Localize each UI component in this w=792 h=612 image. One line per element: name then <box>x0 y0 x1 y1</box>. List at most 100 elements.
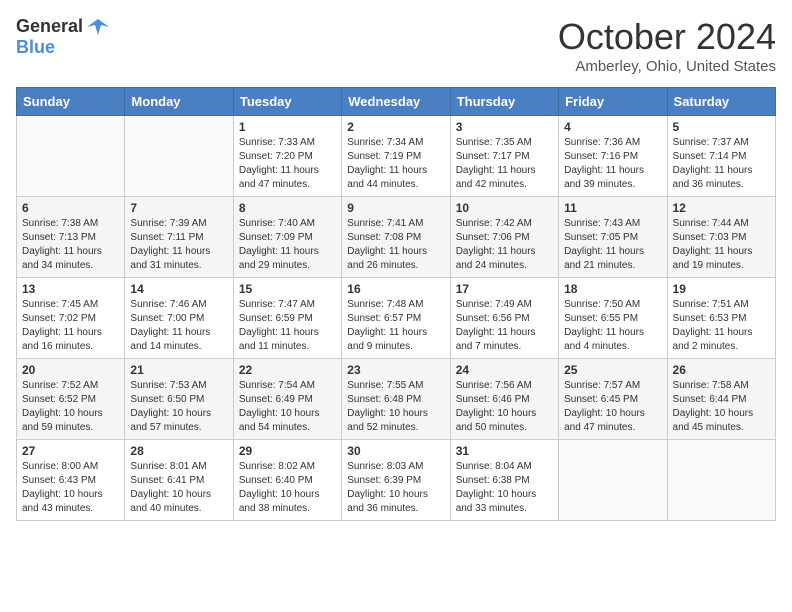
col-wednesday: Wednesday <box>342 88 450 116</box>
day-info: Sunrise: 7:54 AMSunset: 6:49 PMDaylight:… <box>239 379 336 435</box>
calendar-week-row: 27Sunrise: 8:00 AMSunset: 6:43 PMDayligh… <box>17 440 776 521</box>
month-title: October 2024 <box>558 16 776 58</box>
day-number: 16 <box>347 282 444 296</box>
day-info: Sunrise: 8:02 AMSunset: 6:40 PMDaylight:… <box>239 460 336 516</box>
table-row <box>17 116 125 197</box>
table-row: 11 Sunrise: 7:43 AMSunset: 7:05 PMDayligh… <box>559 197 667 278</box>
day-number: 29 <box>239 444 336 458</box>
day-number: 2 <box>347 120 444 134</box>
table-row: 23 Sunrise: 7:55 AMSunset: 6:48 PMDayligh… <box>342 359 450 440</box>
day-number: 6 <box>22 201 119 215</box>
day-info: Sunrise: 7:48 AMSunset: 6:57 PMDaylight:… <box>347 298 444 354</box>
day-number: 1 <box>239 120 336 134</box>
table-row: 25 Sunrise: 7:57 AMSunset: 6:45 PMDayligh… <box>559 359 667 440</box>
day-info: Sunrise: 7:35 AMSunset: 7:17 PMDaylight:… <box>456 136 553 192</box>
day-number: 13 <box>22 282 119 296</box>
table-row: 20Sunrise: 7:52 AMSunset: 6:52 PMDayligh… <box>17 359 125 440</box>
table-row: 2 Sunrise: 7:34 AMSunset: 7:19 PMDaylight… <box>342 116 450 197</box>
title-block: October 2024 Amberley, Ohio, United Stat… <box>558 16 776 75</box>
table-row: 17 Sunrise: 7:49 AMSunset: 6:56 PMDayligh… <box>450 278 558 359</box>
calendar-header-row: Sunday Monday Tuesday Wednesday Thursday… <box>17 88 776 116</box>
table-row: 19Sunrise: 7:51 AMSunset: 6:53 PMDayligh… <box>667 278 775 359</box>
col-friday: Friday <box>559 88 667 116</box>
logo-general-text: General <box>16 16 83 37</box>
table-row: 7 Sunrise: 7:39 AMSunset: 7:11 PMDaylight… <box>125 197 233 278</box>
day-number: 3 <box>456 120 553 134</box>
day-info: Sunrise: 7:55 AMSunset: 6:48 PMDaylight:… <box>347 379 444 435</box>
day-number: 17 <box>456 282 553 296</box>
day-info: Sunrise: 7:46 AMSunset: 7:00 PMDaylight:… <box>130 298 227 354</box>
calendar-week-row: 6Sunrise: 7:38 AMSunset: 7:13 PMDaylight… <box>17 197 776 278</box>
day-number: 11 <box>564 201 661 215</box>
day-info: Sunrise: 7:34 AMSunset: 7:19 PMDaylight:… <box>347 136 444 192</box>
day-info: Sunrise: 7:43 AMSunset: 7:05 PMDaylight:… <box>564 217 661 273</box>
day-info: Sunrise: 7:50 AMSunset: 6:55 PMDaylight:… <box>564 298 661 354</box>
table-row: 6Sunrise: 7:38 AMSunset: 7:13 PMDaylight… <box>17 197 125 278</box>
logo-blue-text: Blue <box>16 37 55 57</box>
day-info: Sunrise: 7:39 AMSunset: 7:11 PMDaylight:… <box>130 217 227 273</box>
day-info: Sunrise: 7:53 AMSunset: 6:50 PMDaylight:… <box>130 379 227 435</box>
page: General Blue October 2024 Amberley, Ohio… <box>0 0 792 537</box>
table-row: 21 Sunrise: 7:53 AMSunset: 6:50 PMDayligh… <box>125 359 233 440</box>
table-row: 10Sunrise: 7:42 AMSunset: 7:06 PMDayligh… <box>450 197 558 278</box>
day-info: Sunrise: 7:47 AMSunset: 6:59 PMDaylight:… <box>239 298 336 354</box>
col-saturday: Saturday <box>667 88 775 116</box>
table-row: 18Sunrise: 7:50 AMSunset: 6:55 PMDayligh… <box>559 278 667 359</box>
day-number: 28 <box>130 444 227 458</box>
day-info: Sunrise: 7:56 AMSunset: 6:46 PMDaylight:… <box>456 379 553 435</box>
table-row <box>667 440 775 521</box>
day-number: 19 <box>673 282 770 296</box>
header: General Blue October 2024 Amberley, Ohio… <box>16 16 776 75</box>
day-number: 22 <box>239 363 336 377</box>
day-info: Sunrise: 7:58 AMSunset: 6:44 PMDaylight:… <box>673 379 770 435</box>
day-info: Sunrise: 8:04 AMSunset: 6:38 PMDaylight:… <box>456 460 553 516</box>
table-row: 15 Sunrise: 7:47 AMSunset: 6:59 PMDayligh… <box>233 278 341 359</box>
calendar-week-row: 13 Sunrise: 7:45 AMSunset: 7:02 PMDayligh… <box>17 278 776 359</box>
day-number: 7 <box>130 201 227 215</box>
day-info: Sunrise: 7:40 AMSunset: 7:09 PMDaylight:… <box>239 217 336 273</box>
location: Amberley, Ohio, United States <box>558 58 776 75</box>
logo-bird-icon <box>87 17 109 37</box>
table-row: 5 Sunrise: 7:37 AMSunset: 7:14 PMDaylight… <box>667 116 775 197</box>
day-info: Sunrise: 7:57 AMSunset: 6:45 PMDaylight:… <box>564 379 661 435</box>
day-number: 5 <box>673 120 770 134</box>
col-tuesday: Tuesday <box>233 88 341 116</box>
table-row: 22 Sunrise: 7:54 AMSunset: 6:49 PMDayligh… <box>233 359 341 440</box>
day-number: 25 <box>564 363 661 377</box>
table-row: 8Sunrise: 7:40 AMSunset: 7:09 PMDaylight… <box>233 197 341 278</box>
day-info: Sunrise: 7:37 AMSunset: 7:14 PMDaylight:… <box>673 136 770 192</box>
calendar-week-row: 1 Sunrise: 7:33 AMSunset: 7:20 PMDaylight… <box>17 116 776 197</box>
day-info: Sunrise: 7:49 AMSunset: 6:56 PMDaylight:… <box>456 298 553 354</box>
table-row: 4 Sunrise: 7:36 AMSunset: 7:16 PMDaylight… <box>559 116 667 197</box>
day-number: 14 <box>130 282 227 296</box>
table-row <box>125 116 233 197</box>
table-row: 3 Sunrise: 7:35 AMSunset: 7:17 PMDaylight… <box>450 116 558 197</box>
day-number: 24 <box>456 363 553 377</box>
day-number: 9 <box>347 201 444 215</box>
day-number: 26 <box>673 363 770 377</box>
calendar-week-row: 20Sunrise: 7:52 AMSunset: 6:52 PMDayligh… <box>17 359 776 440</box>
day-number: 15 <box>239 282 336 296</box>
day-info: Sunrise: 7:36 AMSunset: 7:16 PMDaylight:… <box>564 136 661 192</box>
day-info: Sunrise: 7:41 AMSunset: 7:08 PMDaylight:… <box>347 217 444 273</box>
day-info: Sunrise: 7:45 AMSunset: 7:02 PMDaylight:… <box>22 298 119 354</box>
day-info: Sunrise: 8:01 AMSunset: 6:41 PMDaylight:… <box>130 460 227 516</box>
calendar-table: Sunday Monday Tuesday Wednesday Thursday… <box>16 87 776 521</box>
table-row: 29 Sunrise: 8:02 AMSunset: 6:40 PMDayligh… <box>233 440 341 521</box>
day-info: Sunrise: 7:44 AMSunset: 7:03 PMDaylight:… <box>673 217 770 273</box>
table-row: 28 Sunrise: 8:01 AMSunset: 6:41 PMDayligh… <box>125 440 233 521</box>
table-row: 26 Sunrise: 7:58 AMSunset: 6:44 PMDayligh… <box>667 359 775 440</box>
col-sunday: Sunday <box>17 88 125 116</box>
day-info: Sunrise: 7:52 AMSunset: 6:52 PMDaylight:… <box>22 379 119 435</box>
day-number: 31 <box>456 444 553 458</box>
day-info: Sunrise: 8:03 AMSunset: 6:39 PMDaylight:… <box>347 460 444 516</box>
day-number: 12 <box>673 201 770 215</box>
day-info: Sunrise: 7:33 AMSunset: 7:20 PMDaylight:… <box>239 136 336 192</box>
table-row: 13 Sunrise: 7:45 AMSunset: 7:02 PMDayligh… <box>17 278 125 359</box>
day-info: Sunrise: 7:42 AMSunset: 7:06 PMDaylight:… <box>456 217 553 273</box>
day-number: 4 <box>564 120 661 134</box>
day-number: 23 <box>347 363 444 377</box>
table-row: 1 Sunrise: 7:33 AMSunset: 7:20 PMDaylight… <box>233 116 341 197</box>
table-row: 14 Sunrise: 7:46 AMSunset: 7:00 PMDayligh… <box>125 278 233 359</box>
day-number: 21 <box>130 363 227 377</box>
